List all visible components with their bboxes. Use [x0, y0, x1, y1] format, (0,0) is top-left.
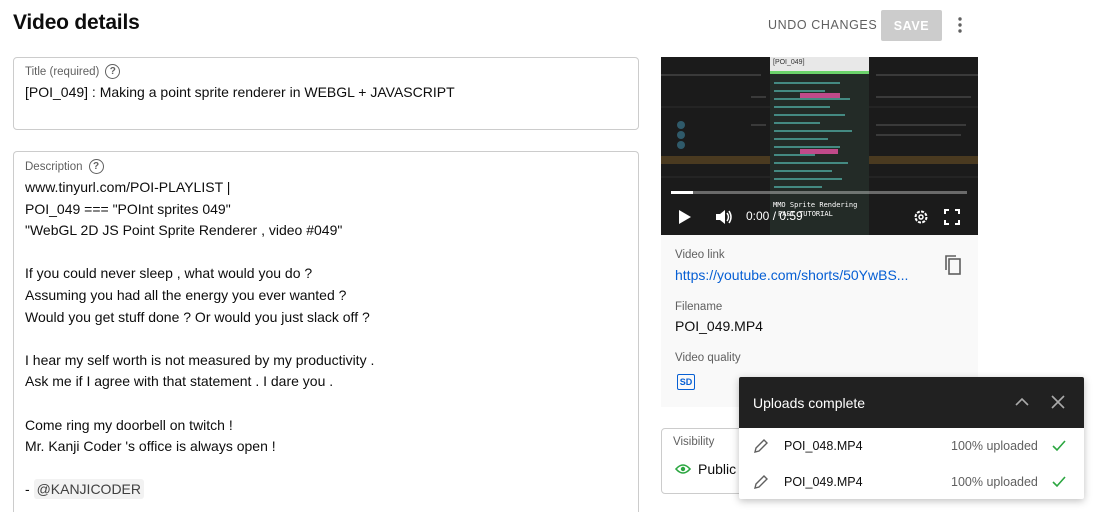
- description-line: Come ring my doorbell on twitch !: [25, 416, 233, 433]
- upload-item: POI_049.MP4 100% uploaded: [739, 464, 1084, 499]
- description-field[interactable]: Description ? www.tinyurl.com/POI-PLAYLI…: [13, 151, 639, 512]
- upload-status: 100% uploaded: [951, 439, 1038, 453]
- title-label-text: Title (required): [25, 65, 100, 78]
- help-icon[interactable]: ?: [88, 159, 104, 174]
- chevron-up-icon[interactable]: [1013, 393, 1031, 411]
- description-line: - @KANJICODER: [25, 479, 625, 501]
- description-line: Mr. Kanji Coder 's office is always open…: [25, 438, 276, 455]
- more-options-button[interactable]: [948, 12, 972, 38]
- description-line: [25, 458, 625, 480]
- description-line: POI_049 === "POInt sprites 049": [25, 200, 231, 217]
- description-line: If you could never sleep , what would yo…: [25, 265, 313, 282]
- more-vert-icon: [958, 17, 962, 33]
- mention-chip[interactable]: @KANJICODER: [33, 479, 145, 500]
- visibility-label: Visibility: [673, 436, 715, 448]
- video-time-readout: 0:00 / 0:59: [746, 209, 803, 223]
- description-input[interactable]: www.tinyurl.com/POI-PLAYLIST | POI_049 =…: [25, 177, 625, 501]
- video-progress-fill: [671, 191, 694, 194]
- volume-icon[interactable]: [715, 209, 733, 225]
- video-quality-label: Video quality: [675, 352, 741, 364]
- description-line: Ask me if I agree with that statement . …: [25, 373, 334, 390]
- copy-icon[interactable]: [943, 254, 963, 276]
- description-line: Assuming you had all the energy you ever…: [25, 286, 347, 303]
- video-link-label: Video link: [675, 249, 725, 261]
- video-overlay-title: [POI_049]: [770, 57, 869, 71]
- check-icon: [1052, 440, 1066, 452]
- save-button[interactable]: SAVE: [881, 10, 942, 41]
- description-line: [25, 328, 625, 350]
- description-line: Would you get stuff done ? Or would you …: [25, 308, 370, 325]
- title-input[interactable]: [POI_049] : Making a point sprite render…: [25, 84, 455, 100]
- description-line: [25, 242, 625, 264]
- video-overlay-caption: MMO Sprite Rendering: [773, 201, 858, 209]
- page-title: Video details: [13, 11, 140, 34]
- uploads-title: Uploads complete: [753, 394, 866, 411]
- help-icon[interactable]: ?: [105, 64, 121, 79]
- play-icon[interactable]: [678, 209, 692, 225]
- description-line: "WebGL 2D JS Point Sprite Renderer , vid…: [25, 222, 343, 239]
- description-line: www.tinyurl.com/POI-PLAYLIST |: [25, 179, 231, 195]
- fullscreen-icon[interactable]: [944, 209, 960, 225]
- filename-value: POI_049.MP4: [675, 318, 763, 334]
- description-field-label: Description ?: [25, 159, 104, 174]
- description-label-text: Description: [25, 160, 83, 173]
- settings-icon[interactable]: [913, 209, 929, 225]
- sd-icon: SD: [677, 374, 695, 390]
- visibility-value: Public: [675, 461, 736, 477]
- uploads-header: Uploads complete: [739, 377, 1084, 428]
- upload-item: POI_048.MP4 100% uploaded: [739, 428, 1084, 464]
- description-line: [25, 393, 625, 415]
- close-icon[interactable]: [1049, 393, 1067, 411]
- visibility-value-text: Public: [698, 461, 737, 477]
- video-side-panel: [POI_049] MMO Sprite Rendering PAST TUTO…: [661, 57, 978, 407]
- undo-changes-button[interactable]: UNDO CHANGES: [760, 14, 885, 36]
- description-dash: -: [25, 481, 34, 498]
- upload-filename[interactable]: POI_048.MP4: [784, 439, 863, 453]
- upload-filename[interactable]: POI_049.MP4: [784, 475, 863, 489]
- video-progress-bar[interactable]: [671, 191, 967, 194]
- filename-label: Filename: [675, 301, 723, 313]
- video-link[interactable]: https://youtube.com/shorts/50YwBS...: [675, 267, 920, 283]
- check-icon: [1052, 476, 1066, 488]
- description-line: I hear my self worth is not measured by …: [25, 351, 375, 368]
- pencil-icon[interactable]: [753, 474, 769, 490]
- video-player[interactable]: [POI_049] MMO Sprite Rendering PAST TUTO…: [661, 57, 978, 235]
- pencil-icon[interactable]: [753, 438, 769, 454]
- uploads-panel: Uploads complete POI_048.MP4 100% upload…: [739, 377, 1084, 499]
- title-field-label: Title (required) ?: [25, 64, 121, 79]
- eye-icon: [675, 464, 691, 474]
- title-field[interactable]: Title (required) ? [POI_049] : Making a …: [13, 57, 639, 130]
- upload-status: 100% uploaded: [951, 475, 1038, 489]
